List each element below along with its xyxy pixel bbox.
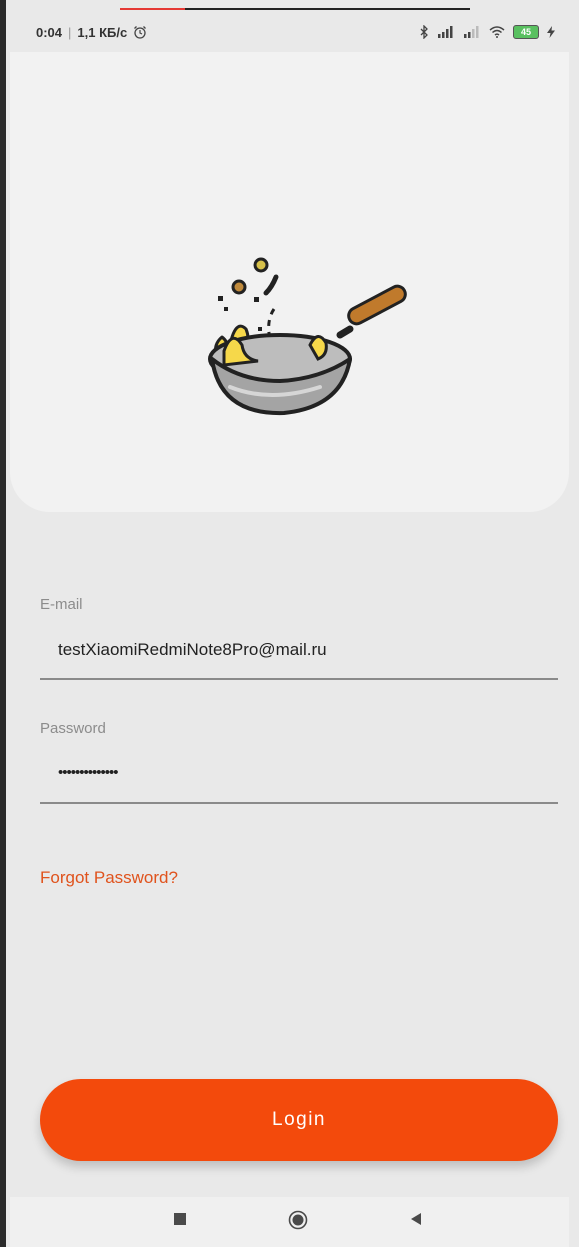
signal-icon: [438, 26, 453, 38]
back-icon[interactable]: [409, 1212, 423, 1226]
status-left: 0:04 | 1,1 КБ/с: [10, 25, 147, 40]
email-label: E-mail: [40, 596, 83, 613]
lightning-icon: [547, 26, 555, 38]
password-field[interactable]: ••••••••••••••: [58, 764, 119, 781]
status-bar: 0:04 | 1,1 КБ/с 45: [10, 14, 569, 50]
email-underline: [40, 678, 558, 680]
status-separator: |: [68, 24, 72, 40]
top-accent-line: [120, 8, 185, 10]
signal-weak-icon: [464, 26, 479, 38]
network-speed: 1,1 КБ/с: [77, 24, 128, 40]
status-time: 0:04: [36, 24, 63, 40]
status-right: 45: [419, 25, 569, 39]
login-button[interactable]: Login: [40, 1079, 558, 1161]
home-icon[interactable]: [288, 1210, 308, 1230]
password-label: Password: [40, 720, 106, 737]
battery-icon: 45: [513, 25, 539, 39]
recent-apps-icon[interactable]: [173, 1212, 187, 1226]
bluetooth-icon: [420, 25, 428, 39]
login-button-label: Login: [272, 1109, 326, 1130]
alarm-clock-icon: [134, 26, 147, 39]
system-nav-bar: [10, 1197, 569, 1247]
password-underline: [40, 802, 558, 804]
wifi-icon: [489, 26, 505, 38]
hero-panel: [10, 52, 569, 512]
device-frame-edge: [0, 0, 6, 1247]
email-field[interactable]: testXiaomiRedmiNote8Pro@mail.ru: [58, 640, 327, 660]
forgot-password-link[interactable]: Forgot Password?: [40, 868, 178, 888]
wok-cooking-icon: [208, 257, 407, 416]
